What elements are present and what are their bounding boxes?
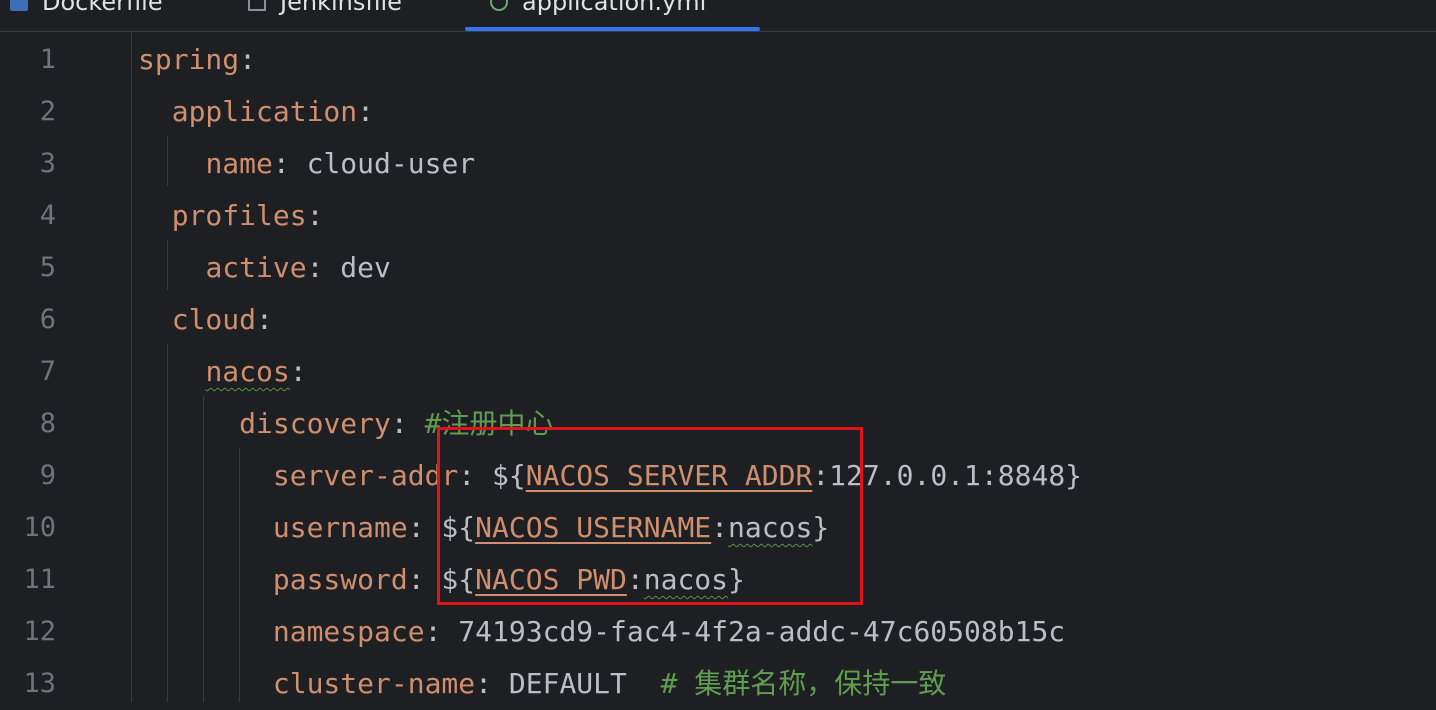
code-token: : 74193cd9-fac4-4f2a-addc-47c60508b15c [424,615,1066,648]
docker-file-icon [10,0,28,11]
code-line: username: ${NACOS_USERNAME:nacos} [138,502,829,554]
code-token: NACOS_PWD [475,563,627,596]
code-token: nacos [728,511,813,544]
tab-jenkinsfile[interactable]: Jenkinsfile [248,0,402,18]
line-number: 4 [39,200,56,231]
code-token: name [205,147,273,180]
code-token: } [728,563,745,596]
tab-application-yml[interactable]: application.yml [490,0,706,18]
editor-tab-bar: Dockerfile Jenkinsfile application.yml [0,0,1436,32]
code-token: password [272,563,408,596]
code-token: : [256,303,273,336]
code-token: : [306,199,324,232]
code-token: nacos [205,355,290,388]
code-line: server-addr: ${NACOS_SERVER_ADDR:127.0.0… [138,450,1082,502]
code-line: discovery: #注册中心 [138,398,553,450]
text-file-icon [248,0,266,11]
line-number: 10 [23,512,56,543]
code-line: application: [138,86,374,138]
code-line: cloud: [138,294,273,346]
tab-label: Dockerfile [42,0,163,16]
code-token: : [289,355,307,388]
code-token: : ${ [407,563,476,596]
line-number: 9 [39,460,56,491]
code-token: NACOS_SERVER_ADDR [525,459,813,492]
code-line: profiles: [138,190,324,242]
code-token: cluster-name [272,667,476,700]
code-line: namespace: 74193cd9-fac4-4f2a-addc-47c60… [138,606,1065,658]
code-token: : DEFAULT [475,667,661,700]
line-number: 2 [39,96,56,127]
code-token: : dev [306,251,391,284]
code-token: #注册中心 [424,407,554,440]
code-token: : [390,407,425,440]
tab-label: application.yml [522,0,707,16]
code-token: profiles [171,199,307,232]
code-token: application [171,95,358,128]
code-token: : ${ [458,459,526,492]
active-tab-indicator [465,27,760,31]
tab-label: Jenkinsfile [280,0,402,16]
line-number: 1 [39,44,56,75]
code-line: nacos: [138,346,307,398]
line-number: 13 [23,668,56,699]
line-number: 7 [39,356,56,387]
code-token: :127.0.0.1:8848} [812,459,1083,492]
code-token: : ${ [407,511,476,544]
line-number: 6 [39,304,56,335]
code-token: cloud [171,303,257,336]
code-token: username [272,511,408,544]
indent-guide [131,32,132,702]
code-token: : [711,511,729,544]
code-token: active [205,251,307,284]
code-line: name: cloud-user [138,138,475,190]
yaml-file-icon [490,0,508,11]
code-token: : [626,563,644,596]
code-token: : [357,95,375,128]
code-token: discovery [239,407,391,440]
code-token: # 集群名称，保持一致 [660,667,947,700]
code-token: NACOS_USERNAME [475,511,712,544]
code-line: password: ${NACOS_PWD:nacos} [138,554,745,606]
code-editor[interactable]: 1 2 3 4 5 6 7 8 9 10 11 12 13 spring: application: n… [0,32,1436,702]
code-token: nacos [643,563,729,596]
line-number: 8 [39,408,56,439]
code-token: } [812,511,830,544]
code-token: server-addr [272,459,459,492]
tab-dockerfile[interactable]: Dockerfile [10,0,163,18]
code-token: : [239,43,257,76]
line-number: 3 [39,148,56,179]
line-number: 11 [23,564,56,595]
code-line: cluster-name: DEFAULT # 集群名称，保持一致 [138,658,946,710]
line-number: 5 [39,252,56,283]
code-token: namespace [272,615,425,648]
code-line: spring: [138,34,256,86]
code-line: active: dev [138,242,391,294]
code-token: : cloud-user [272,147,476,180]
code-token: spring [138,43,240,76]
line-number: 12 [23,616,56,647]
